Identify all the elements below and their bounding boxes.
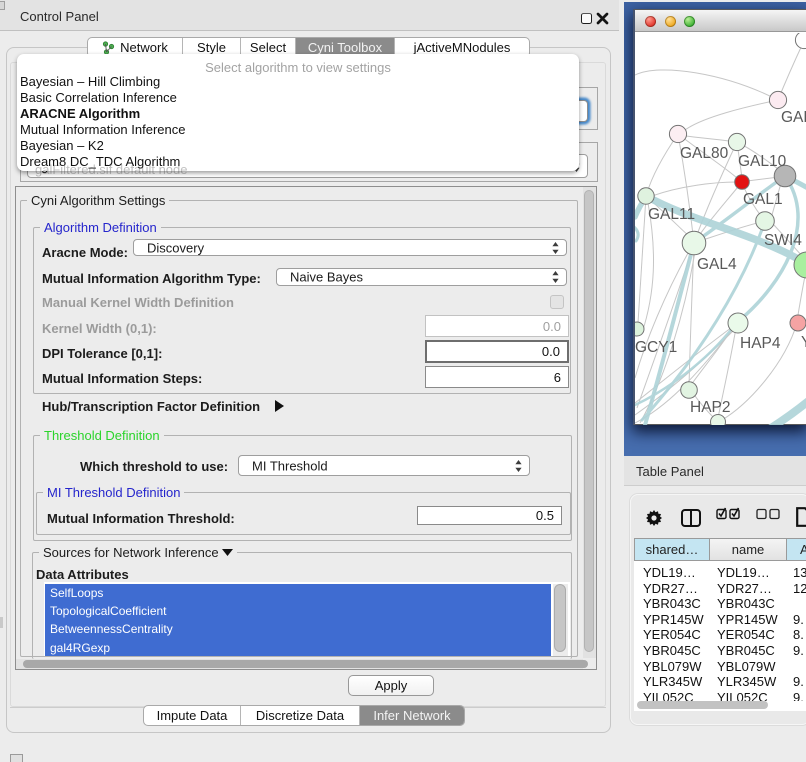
svg-text:GCY1: GCY1 xyxy=(635,339,677,356)
svg-text:GAL80: GAL80 xyxy=(680,145,729,162)
svg-text:GAL1: GAL1 xyxy=(743,191,783,208)
svg-text:GAL2: GAL2 xyxy=(781,109,806,126)
svg-text:SWI4: SWI4 xyxy=(764,232,802,249)
svg-text:GAL4: GAL4 xyxy=(697,256,737,273)
svg-text:GAL10: GAL10 xyxy=(738,153,787,170)
svg-text:GAL11: GAL11 xyxy=(648,206,695,223)
svg-text:Y: Y xyxy=(801,334,806,351)
svg-text:HAP2: HAP2 xyxy=(690,399,731,416)
svg-text:HAP4: HAP4 xyxy=(740,335,781,352)
